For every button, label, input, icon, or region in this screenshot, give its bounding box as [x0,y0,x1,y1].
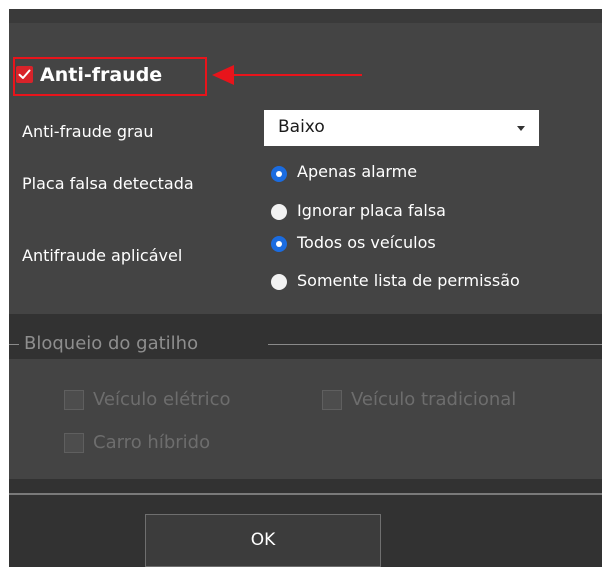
checkmark-icon [18,69,31,79]
radio-somente-lista[interactable] [271,274,287,290]
checkbox-veiculo-eletrico[interactable] [64,390,84,410]
trigger-block-panel [9,359,602,479]
radio-ignorar-placa-falsa-label[interactable]: Ignorar placa falsa [297,201,446,221]
radio-todos-os-veiculos[interactable] [271,236,287,252]
grau-dropdown[interactable]: Baixo [264,110,539,146]
placa-falsa-label: Placa falsa detectada [22,174,194,193]
radio-somente-lista-label[interactable]: Somente lista de permissão [297,271,520,291]
radio-ignorar-placa-falsa[interactable] [271,204,287,220]
ok-button[interactable]: OK [145,514,381,567]
anti-fraud-checkbox[interactable] [16,66,33,83]
radio-apenas-alarme-label[interactable]: Apenas alarme [297,162,417,182]
dialog-top-strip [9,9,602,23]
aplicavel-label: Antifraude aplicável [22,246,183,265]
anti-fraud-label[interactable]: Anti-fraude [40,63,162,87]
group-border-left [9,344,19,345]
bloqueio-group-title: Bloqueio do gatilho [24,333,199,354]
radio-apenas-alarme[interactable] [271,166,287,182]
chevron-down-icon [517,126,525,131]
radio-todos-os-veiculos-label[interactable]: Todos os veículos [297,233,436,253]
checkbox-veiculo-eletrico-label: Veículo elétrico [93,389,231,410]
checkbox-veiculo-tradicional-label: Veículo tradicional [351,389,517,410]
checkbox-carro-hibrido[interactable] [64,433,84,453]
checkbox-veiculo-tradicional[interactable] [322,390,342,410]
group-border-right [268,344,602,345]
checkbox-carro-hibrido-label: Carro híbrido [93,432,211,453]
red-arrow-icon [212,65,362,85]
grau-label: Anti-fraude grau [22,122,154,141]
footer-divider [9,493,602,495]
grau-dropdown-value: Baixo [278,117,325,137]
